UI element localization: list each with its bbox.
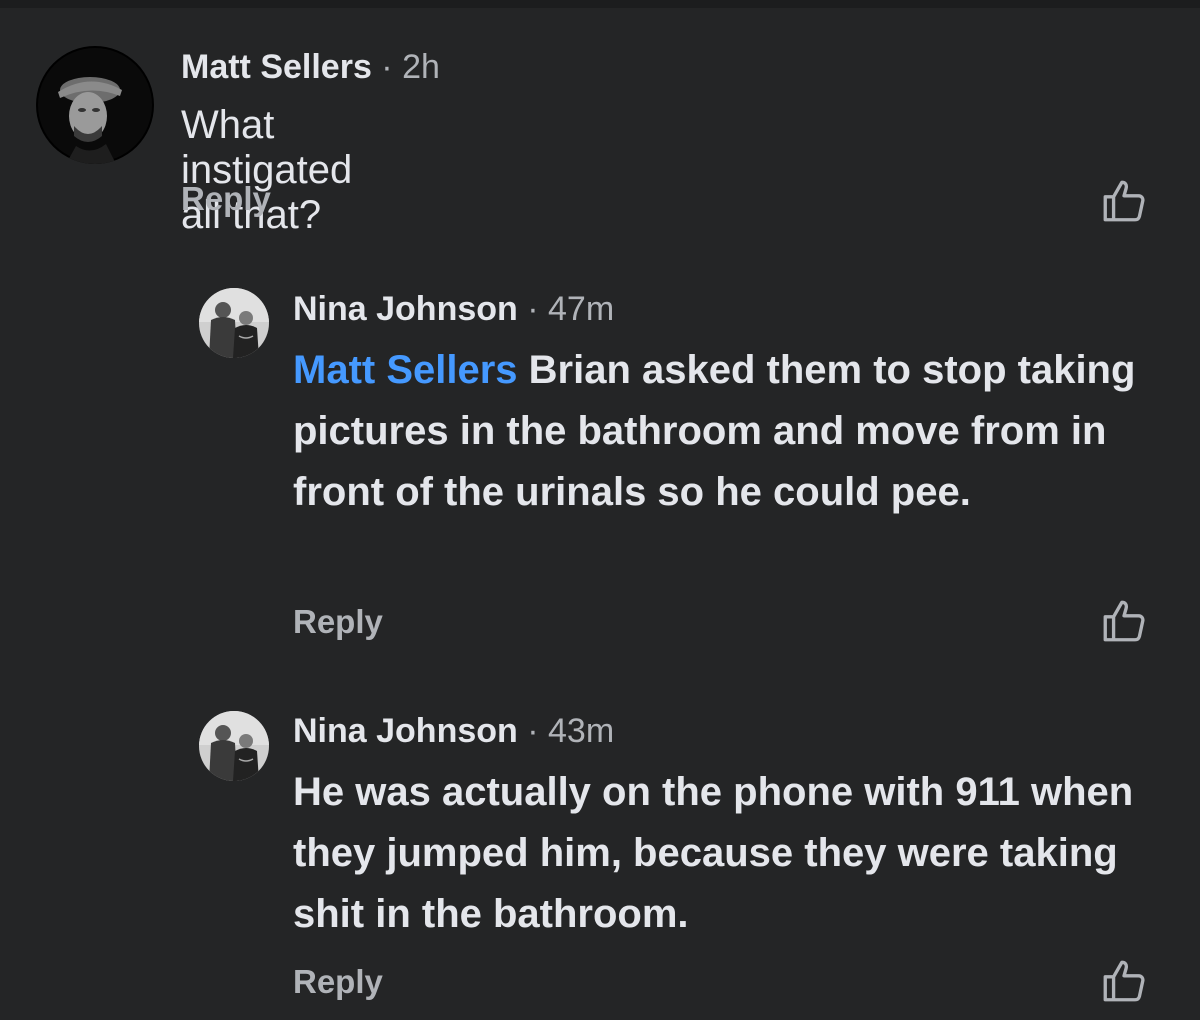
avatar-photo	[199, 288, 269, 358]
thumbs-up-icon	[1103, 600, 1145, 642]
thumbs-up-icon	[1103, 180, 1145, 222]
avatar[interactable]	[36, 46, 154, 164]
reply-button[interactable]: Reply	[293, 603, 383, 641]
like-button[interactable]	[1099, 176, 1149, 226]
comment-meta: Nina Johnson · 47m	[293, 290, 614, 329]
avatar-photo	[36, 46, 154, 164]
author-name[interactable]: Nina Johnson	[293, 712, 518, 750]
reply-button[interactable]: Reply	[181, 180, 271, 218]
mention-link[interactable]: Matt Sellers	[293, 348, 518, 392]
like-button[interactable]	[1099, 596, 1149, 646]
separator-dot: ·	[517, 712, 549, 750]
timestamp[interactable]: 47m	[548, 290, 614, 328]
timestamp[interactable]: 43m	[548, 712, 614, 750]
like-button[interactable]	[1099, 956, 1149, 1006]
separator-dot: ·	[517, 290, 549, 328]
author-name[interactable]: Nina Johnson	[293, 290, 518, 328]
avatar-photo	[199, 711, 269, 781]
reply-button[interactable]: Reply	[293, 963, 383, 1001]
thumbs-up-icon	[1103, 960, 1145, 1002]
comment-text: He was actually on the phone with 911 wh…	[293, 770, 1134, 936]
avatar[interactable]	[199, 288, 269, 358]
timestamp[interactable]: 2h	[402, 48, 440, 86]
author-name[interactable]: Matt Sellers	[181, 48, 372, 86]
comment-meta: Matt Sellers · 2h	[181, 48, 440, 87]
top-edge-bar	[0, 0, 1200, 8]
comment-meta: Nina Johnson · 43m	[293, 712, 614, 751]
separator-dot: ·	[371, 48, 403, 86]
comment-text: Matt Sellers Brian asked them to stop ta…	[293, 340, 1153, 523]
avatar[interactable]	[199, 711, 269, 781]
